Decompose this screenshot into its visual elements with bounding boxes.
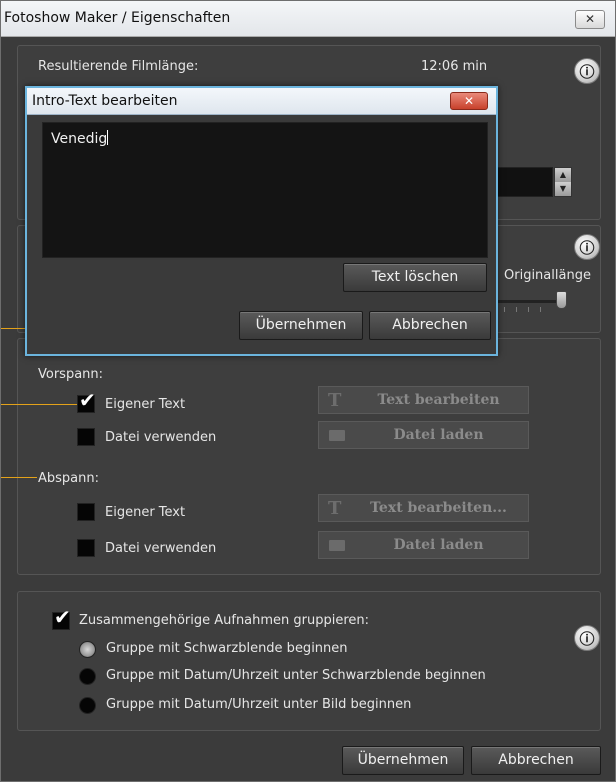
intro-text-value: Venedig [51, 131, 108, 147]
slider-track [498, 300, 558, 303]
checkmark-icon: ✔ [79, 388, 96, 412]
grouping-label: Zusammengehörige Aufnahmen gruppieren: [79, 613, 370, 628]
window-close-button[interactable]: ✕ [575, 10, 605, 29]
intro-use-file-checkbox[interactable] [77, 428, 95, 446]
dialog-title: Intro-Text bearbeiten [32, 93, 178, 109]
slider-thumb[interactable] [556, 291, 567, 309]
outro-use-file-checkbox[interactable] [77, 539, 95, 557]
outro-edit-text-button[interactable]: T Text bearbeiten... [318, 494, 529, 522]
outro-own-text-label: Eigener Text [105, 505, 186, 520]
intro-load-file-label: Datei laden [393, 427, 484, 443]
callout-line [1, 404, 77, 405]
film-length-value: 12:06 min [421, 59, 488, 74]
intro-use-file-label: Datei verwenden [105, 430, 217, 445]
original-length-label: Originallänge [504, 268, 591, 283]
outro-own-text-checkbox[interactable] [77, 503, 95, 521]
spin-up-icon[interactable]: ▲ [555, 168, 571, 182]
outro-edit-text-label: Text bearbeiten... [370, 500, 507, 516]
radio-group-date-black-fade[interactable] [79, 668, 96, 685]
dialog-close-button[interactable]: ✕ [450, 92, 488, 110]
slider-tick [540, 307, 541, 312]
dialog-ok-button[interactable]: Übernehmen [239, 311, 363, 340]
intro-own-text-label: Eigener Text [105, 397, 186, 412]
properties-window: Fotoshow Maker / Eigenschaften ✕ Resulti… [0, 0, 616, 782]
window-title: Fotoshow Maker / Eigenschaften [4, 10, 231, 26]
radio-group-black-fade[interactable] [79, 641, 96, 658]
grouping-checkbox[interactable]: ✔ [52, 607, 71, 630]
radio-label: Gruppe mit Datum/Uhrzeit unter Schwarzbl… [106, 668, 486, 683]
spin-down-icon[interactable]: ▼ [555, 182, 571, 196]
clear-text-button[interactable]: Text löschen [343, 263, 487, 292]
footer-ok-button[interactable]: Übernehmen [342, 746, 464, 775]
checkmark-icon: ✔ [54, 605, 71, 629]
radio-label: Gruppe mit Datum/Uhrzeit unter Bild begi… [106, 697, 412, 712]
info-icon[interactable]: ⓘ [574, 234, 600, 260]
duration-field[interactable] [493, 167, 553, 197]
slider-tick [528, 307, 529, 312]
slider-tick [504, 307, 505, 312]
info-icon[interactable]: ⓘ [574, 625, 600, 651]
intro-heading: Vorspann: [38, 367, 104, 382]
outro-heading: Abspann: [38, 471, 99, 486]
dialog-titlebar: Intro-Text bearbeiten ✕ [27, 88, 496, 115]
radio-group-date-under-image[interactable] [79, 697, 96, 714]
radio-label: Gruppe mit Schwarzblende beginnen [106, 641, 348, 656]
intro-edit-text-label: Text bearbeiten [377, 392, 500, 408]
outro-load-file-button[interactable]: Datei laden [318, 531, 529, 559]
duration-slider[interactable] [498, 291, 567, 314]
duration-spinner[interactable]: ▲ ▼ [554, 167, 572, 197]
dialog-cancel-button[interactable]: Abbrechen [369, 311, 491, 340]
slider-tick [516, 307, 517, 312]
window-titlebar: Fotoshow Maker / Eigenschaften ✕ [1, 1, 615, 37]
intro-text-input[interactable]: Venedig [42, 122, 488, 258]
intro-own-text-checkbox[interactable]: ✔ [77, 390, 96, 413]
callout-line [1, 477, 37, 478]
film-length-label: Resultierende Filmlänge: [38, 59, 199, 74]
intro-edit-text-button[interactable]: T Text bearbeiten [318, 386, 529, 414]
outro-load-file-label: Datei laden [393, 537, 484, 553]
intro-text-dialog: Intro-Text bearbeiten ✕ Venedig Text lös… [25, 86, 498, 356]
outro-use-file-label: Datei verwenden [105, 541, 217, 556]
intro-load-file-button[interactable]: Datei laden [318, 421, 529, 449]
info-icon[interactable]: ⓘ [574, 58, 600, 84]
footer-cancel-button[interactable]: Abbrechen [471, 746, 601, 775]
text-caret [107, 130, 109, 145]
